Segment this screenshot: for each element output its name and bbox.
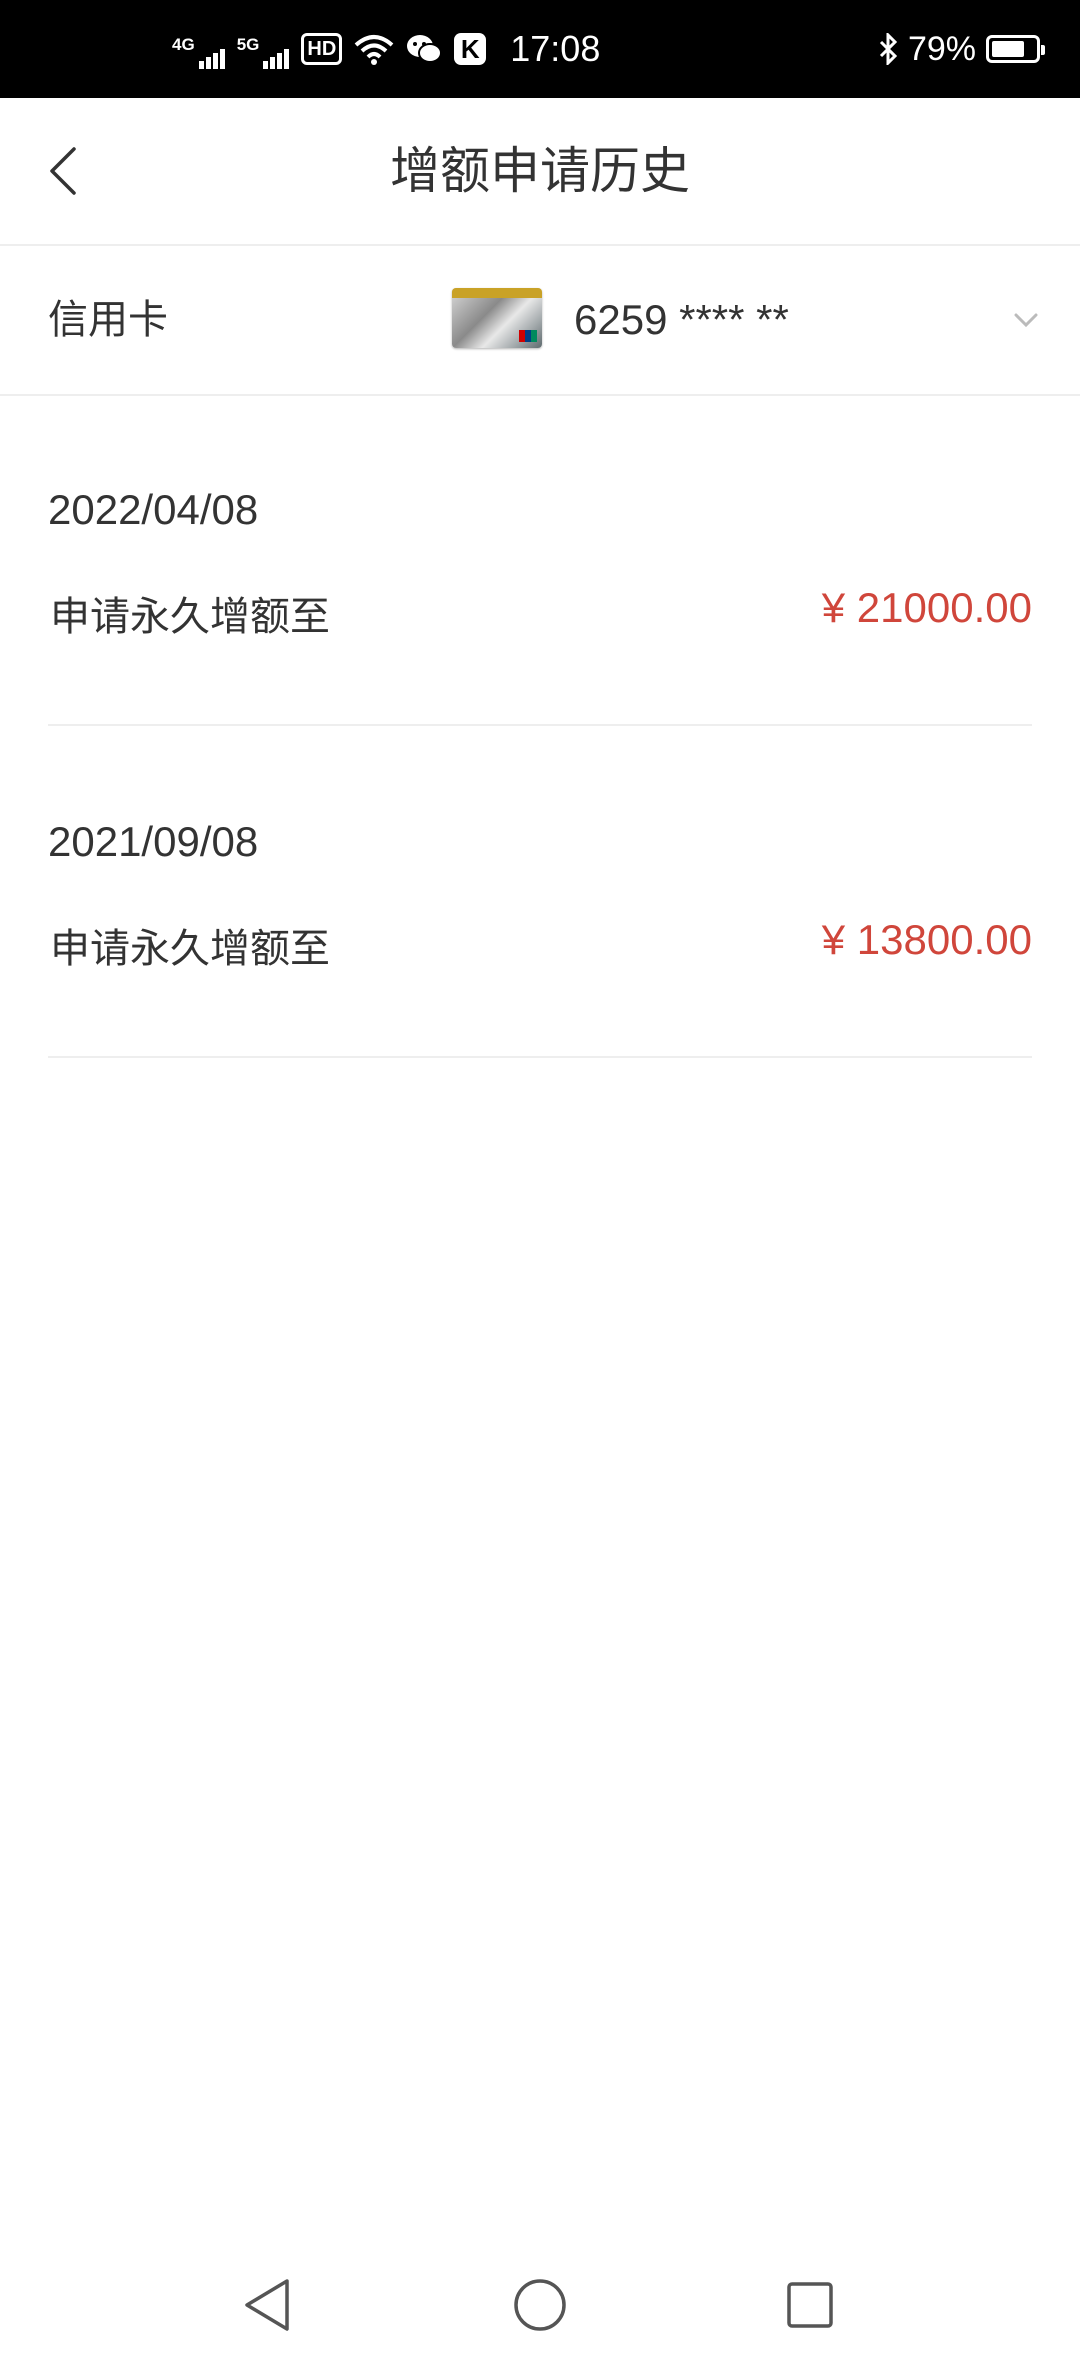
navigation-bar [0,2250,1080,2376]
card-number: 6259 **** ** [574,296,789,343]
history-amount: ¥ 21000.00 [821,584,1032,631]
card-label: 信用卡 [48,297,168,343]
home-circle-icon [514,2279,566,2331]
header: 增额申请历史 [0,98,1080,246]
battery-percent: 79% [907,29,976,68]
nav-back-button[interactable] [232,2270,302,2340]
history-item: 2022/04/08 申请永久增额至 ¥ 21000.00 [48,394,1032,726]
hd-volte-icon: HD [301,33,343,65]
unionpay-logo [519,330,537,342]
k-app-icon: K [454,33,487,65]
bluetooth-icon [879,33,898,65]
battery-fill [992,41,1024,57]
page-title: 增额申请历史 [390,142,690,200]
history-description: 申请永久增额至 [50,926,330,972]
status-left: 4G 5G HD K 17:08 [172,0,600,98]
signal-5g-icon: 5G [237,29,290,69]
status-time: 17:08 [510,28,601,69]
card-thumbnail [452,288,542,348]
battery-icon [986,35,1045,63]
wifi-icon [354,35,394,65]
history-item: 2021/09/08 申请永久增额至 ¥ 13800.00 [48,726,1032,1058]
history-date: 2022/04/08 [48,486,259,533]
nav-home-button[interactable] [505,2270,575,2340]
history-description: 申请永久增额至 [50,594,330,640]
history-amount: ¥ 13800.00 [821,916,1032,963]
history-date: 2021/09/08 [48,818,259,865]
signal-4g-icon: 4G [172,29,225,69]
nav-recents-button[interactable] [775,2270,845,2340]
wechat-icon [407,35,443,63]
status-bar: 4G 5G HD K 17:08 79% [0,0,1080,98]
recents-square-icon [787,2282,833,2328]
chevron-down-icon [1014,313,1038,328]
history-list: 2022/04/08 申请永久增额至 ¥ 21000.00 2021/09/08… [0,394,1080,1058]
card-selector[interactable]: 信用卡 6259 **** ** [0,246,1080,396]
back-triangle-icon [245,2279,289,2331]
status-right: 79% [878,0,1045,98]
